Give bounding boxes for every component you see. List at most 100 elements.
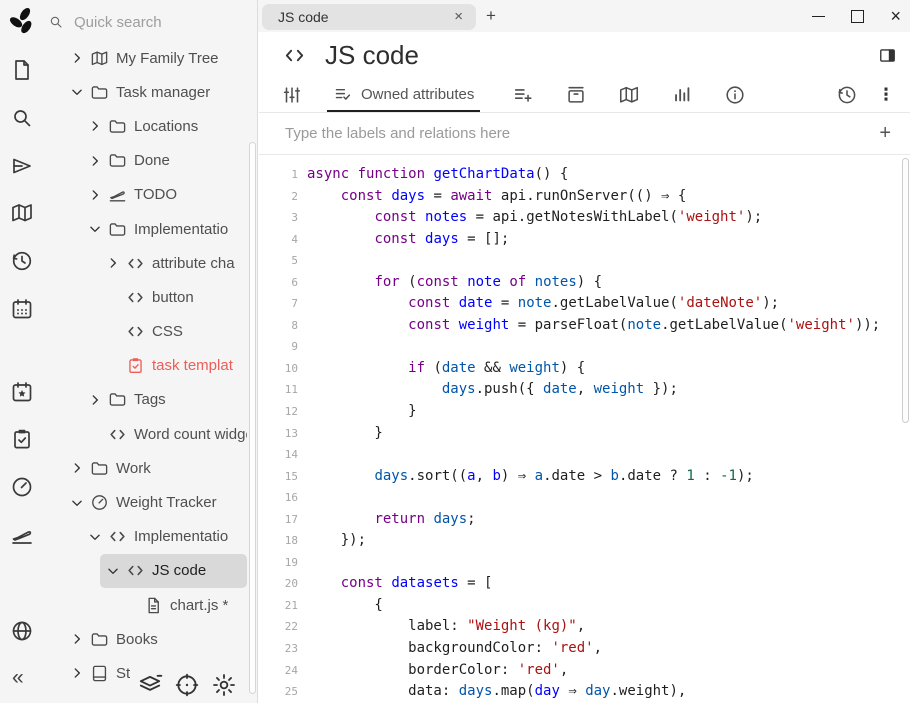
info-icon[interactable]	[724, 84, 746, 106]
new-tab-button[interactable]: +	[486, 6, 496, 26]
code-line: 10 if (date && weight) {	[259, 358, 910, 380]
tree-item-label: Word count widge	[134, 426, 247, 443]
chevron-right-icon[interactable]	[70, 461, 84, 475]
search-icon[interactable]	[10, 106, 34, 130]
layers-icon[interactable]	[137, 672, 163, 698]
collapse-tree-icon[interactable]: «	[12, 666, 24, 690]
tree-scrollbar-thumb[interactable]	[249, 142, 256, 694]
code-icon	[126, 254, 145, 273]
tree-item-implementatio[interactable]: Implementatio	[82, 520, 247, 554]
trilium-logo[interactable]	[7, 5, 39, 37]
tree-item-label: button	[152, 289, 194, 306]
maximize-button[interactable]	[851, 10, 864, 23]
line-number: 22	[259, 616, 307, 638]
map-icon[interactable]	[618, 84, 640, 106]
bookmarks-map-icon[interactable]	[10, 201, 34, 225]
chevron-spacer	[106, 290, 120, 304]
chevron-right-icon[interactable]	[88, 154, 102, 168]
plane-icon	[108, 185, 127, 204]
code-line: 12 }	[259, 401, 910, 423]
window-controls: ×	[812, 0, 901, 32]
tree-item-task-manager[interactable]: Task manager	[64, 75, 247, 109]
chevron-right-icon[interactable]	[70, 51, 84, 65]
attributes-row: +	[259, 113, 910, 155]
tree-item-js-code[interactable]: JS code	[100, 554, 247, 588]
list-check-icon	[333, 84, 354, 105]
crosshair-icon[interactable]	[174, 672, 200, 698]
calendar-icon[interactable]	[10, 297, 34, 321]
chevron-right-icon[interactable]	[70, 632, 84, 646]
tree-item-work[interactable]: Work	[64, 451, 247, 485]
chevron-right-icon[interactable]	[88, 188, 102, 202]
tree-item-books[interactable]: Books	[64, 622, 247, 656]
folder-icon	[108, 151, 127, 170]
chevron-down-icon[interactable]	[88, 530, 102, 544]
close-button[interactable]: ×	[890, 8, 901, 24]
code-line: 4 const days = [];	[259, 229, 910, 251]
today-calendar-star-icon[interactable]	[10, 380, 34, 404]
chevron-down-icon[interactable]	[70, 496, 84, 510]
archive-icon[interactable]	[565, 84, 587, 106]
tree-item-attribute-cha[interactable]: attribute cha	[100, 246, 247, 280]
code-editor[interactable]: 1async function getChartData() {2 const …	[259, 155, 910, 703]
tree-item-word-count-widge[interactable]: Word count widge	[82, 417, 247, 451]
code-line: 24 borderColor: 'red',	[259, 660, 910, 682]
line-number: 10	[259, 358, 307, 380]
file-icon	[144, 596, 163, 615]
tree-item-implementatio[interactable]: Implementatio	[82, 212, 247, 246]
chevron-down-icon[interactable]	[88, 222, 102, 236]
add-attribute-button[interactable]: +	[860, 122, 910, 145]
tree-item-css[interactable]: CSS	[100, 315, 247, 349]
code-icon	[283, 44, 306, 67]
kebab-menu-icon[interactable]: ⋮	[868, 85, 904, 105]
tree-item-tags[interactable]: Tags	[82, 383, 247, 417]
launcher-bar: «	[0, 0, 45, 703]
chevron-down-icon[interactable]	[106, 564, 120, 578]
code-line: 2 const days = await api.runOnServer(() …	[259, 186, 910, 208]
quick-search-input[interactable]	[72, 13, 275, 32]
history-icon[interactable]	[836, 84, 858, 106]
code-text	[307, 250, 315, 272]
tree-item-locations[interactable]: Locations	[82, 109, 247, 143]
tab-owned-attributes[interactable]: Owned attributes	[327, 78, 480, 112]
chevron-right-icon[interactable]	[88, 393, 102, 407]
code-text: days.sort((a, b) ⇒ a.date > b.date ? 1 :…	[307, 466, 754, 488]
tab-js-code[interactable]: JS code ×	[262, 4, 476, 30]
line-number: 14	[259, 444, 307, 466]
dashboard-gauge-icon[interactable]	[10, 475, 34, 499]
tree-item-todo[interactable]: TODO	[82, 178, 247, 212]
plane-takeoff-icon[interactable]	[10, 523, 34, 547]
tree-item-label: Implementatio	[134, 221, 228, 238]
jump-to-note-icon[interactable]	[10, 154, 34, 178]
attributes-input[interactable]	[283, 124, 860, 143]
tree-item-label: chart.js *	[170, 597, 228, 614]
tree-item-done[interactable]: Done	[82, 144, 247, 178]
tree-item-label: attribute cha	[152, 255, 235, 272]
tree-item-my-family-tree[interactable]: My Family Tree	[64, 41, 247, 75]
chevron-right-icon[interactable]	[88, 119, 102, 133]
recent-changes-icon[interactable]	[10, 249, 34, 273]
tab-close-icon[interactable]: ×	[454, 8, 476, 25]
map-icon	[90, 49, 109, 68]
note-title[interactable]	[323, 39, 878, 72]
chevron-right-icon[interactable]	[106, 256, 120, 270]
tree-item-chart-js[interactable]: chart.js *	[118, 588, 247, 622]
new-note-icon[interactable]	[10, 58, 34, 82]
chevron-right-icon[interactable]	[70, 666, 84, 680]
tree-item-task-templat[interactable]: task templat	[100, 349, 247, 383]
code-text: data: days.map(day ⇒ day.weight),	[307, 681, 686, 703]
tree-item-button[interactable]: button	[100, 280, 247, 314]
gear-icon[interactable]	[211, 672, 237, 698]
bar-chart-icon[interactable]	[671, 84, 693, 106]
minimize-button[interactable]	[812, 16, 825, 17]
split-pane-icon[interactable]	[878, 46, 897, 65]
sliders-icon[interactable]	[281, 84, 303, 106]
editor-scrollbar-thumb[interactable]	[902, 158, 909, 423]
code-line: 5	[259, 250, 910, 272]
globe-icon[interactable]	[10, 619, 34, 643]
list-plus-icon[interactable]	[512, 84, 534, 106]
tree-item-label: Work	[116, 460, 151, 477]
chevron-down-icon[interactable]	[70, 85, 84, 99]
tree-item-weight-tracker[interactable]: Weight Tracker	[64, 485, 247, 519]
task-clipboard-icon[interactable]	[10, 427, 34, 451]
